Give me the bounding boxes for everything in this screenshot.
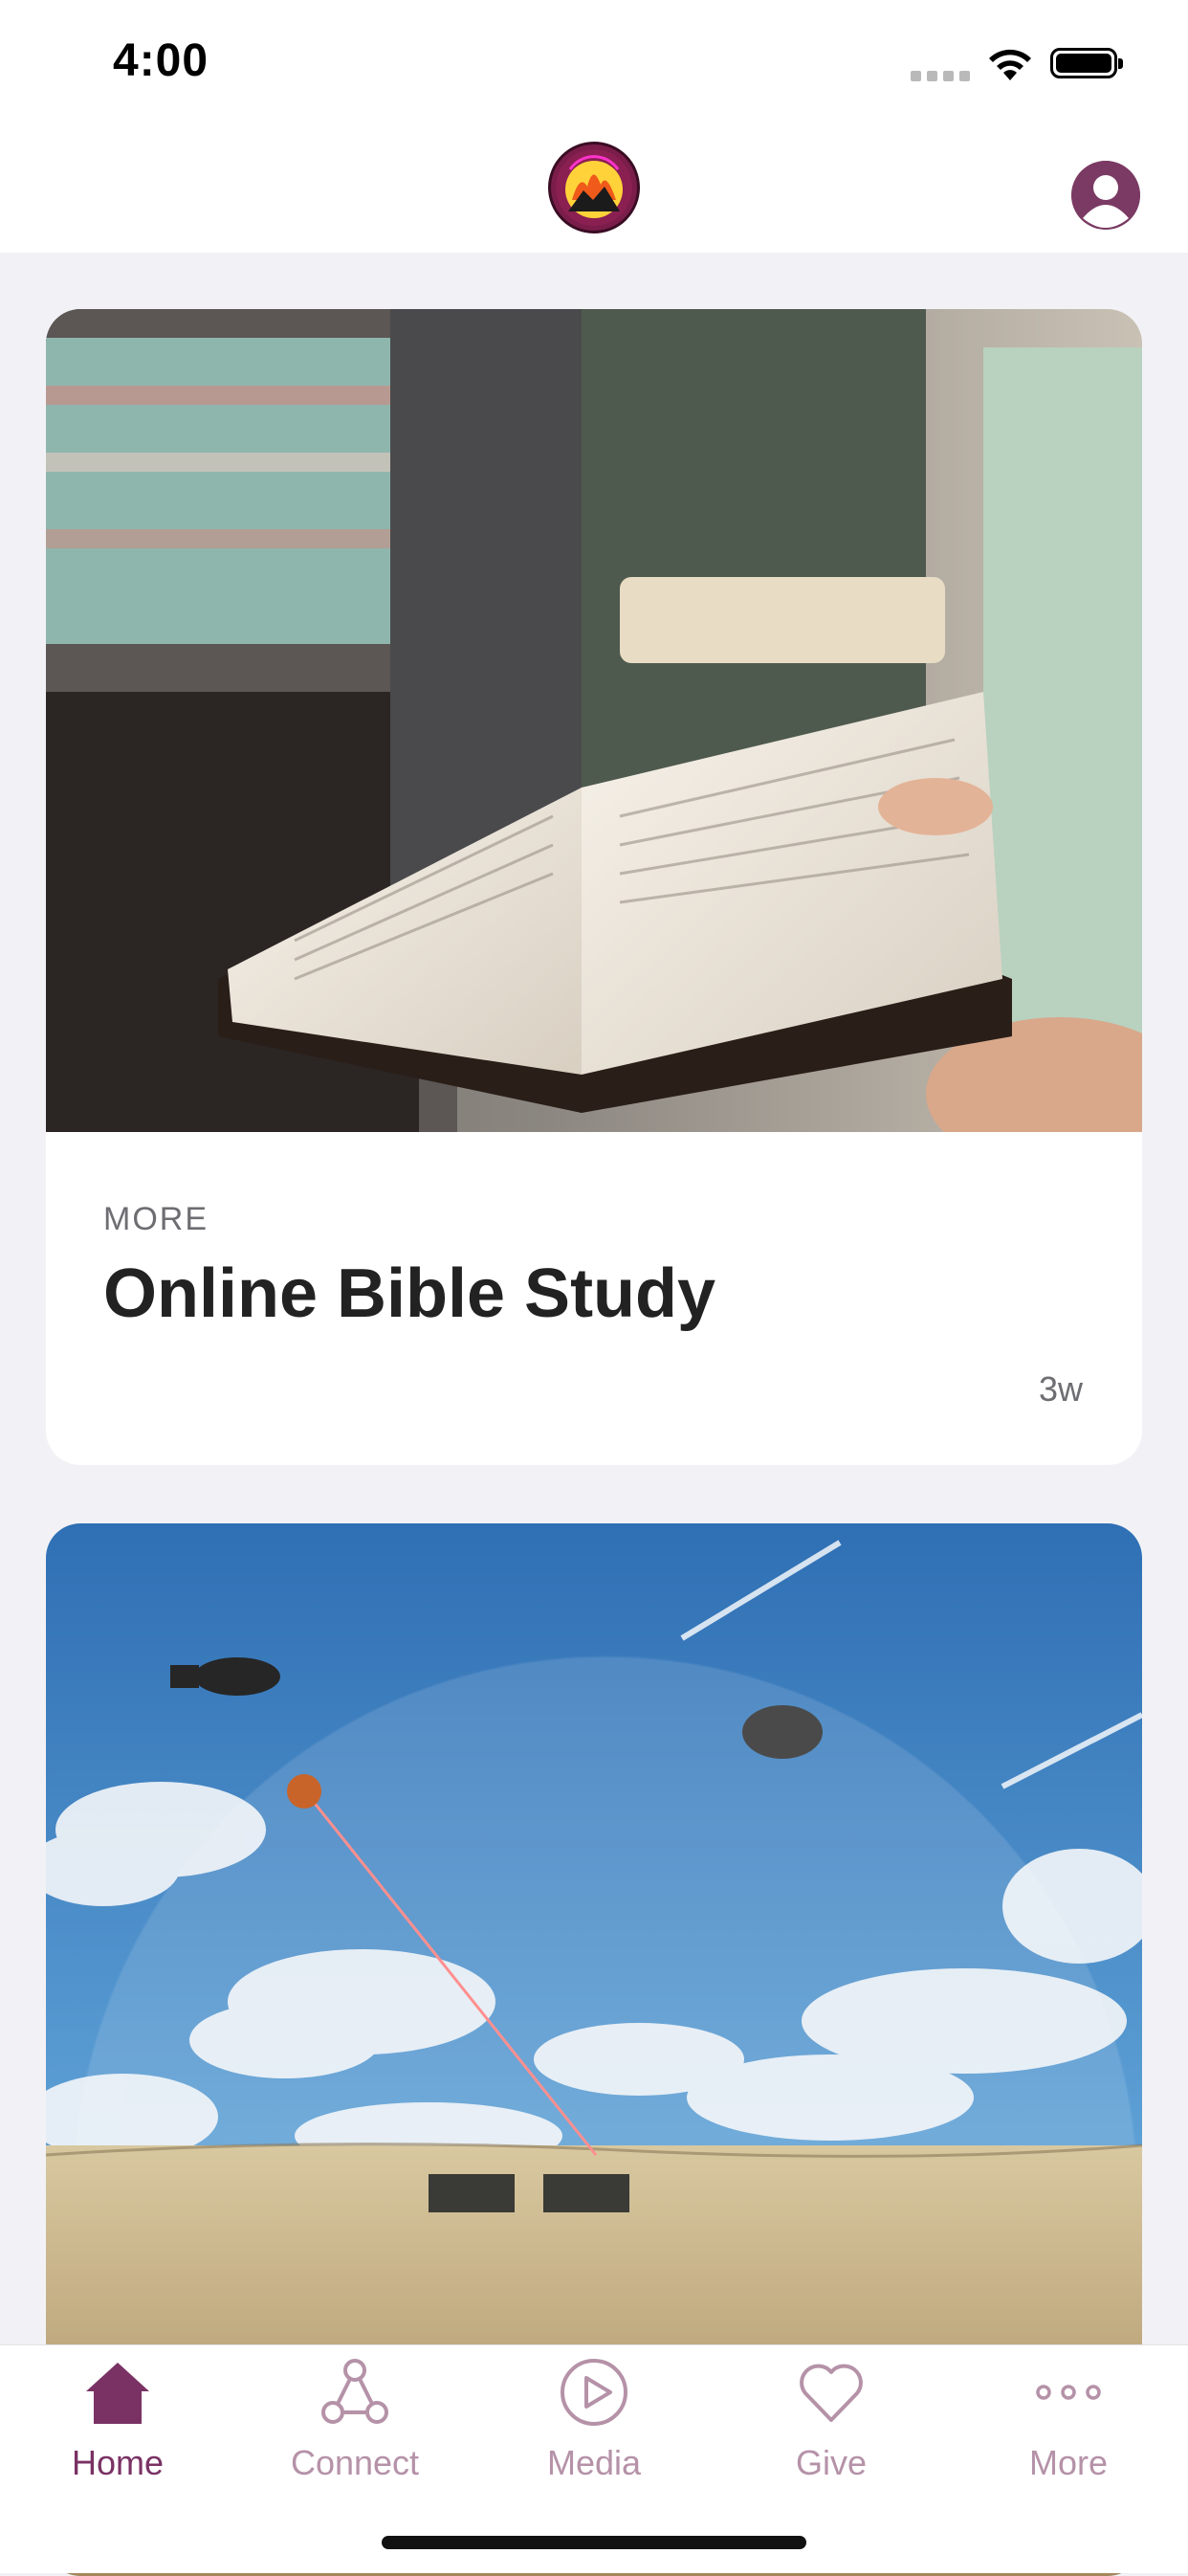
tab-label: More [1028,2443,1109,2482]
tab-home[interactable]: Home [22,2345,213,2508]
card-timestamp: 3w [1038,1369,1083,1409]
tab-give[interactable]: Give [736,2345,927,2508]
tab-label: Connect [290,2443,420,2482]
status-time: 4:00 [113,35,209,86]
card-title: Online Bible Study [103,1255,716,1332]
user-profile-icon[interactable] [1071,161,1140,230]
wifi-icon [989,49,1031,80]
tab-media[interactable]: Media [498,2345,690,2508]
home-indicator [382,2536,806,2549]
heart-icon [800,2364,863,2422]
tab-label: Give [795,2443,868,2482]
cellular-signal-icon [911,71,970,81]
tab-label: Home [71,2443,165,2482]
play-icon [561,2359,627,2426]
nav-header [0,126,1188,253]
card-category: MORE [103,1201,209,1237]
battery-icon [1050,48,1123,78]
church-logo-icon[interactable] [548,142,640,233]
bible-study-photo [46,309,1142,1132]
status-bar: 4:00 [0,0,1188,126]
more-dots-icon [1036,2385,1101,2400]
tab-more[interactable]: More [973,2345,1164,2508]
feed-card[interactable]: MORE Online Bible Study 3w [46,309,1142,1465]
home-icon [86,2363,149,2424]
connect-icon [321,2359,388,2424]
tab-label: Media [546,2443,642,2482]
tab-connect[interactable]: Connect [259,2345,451,2508]
